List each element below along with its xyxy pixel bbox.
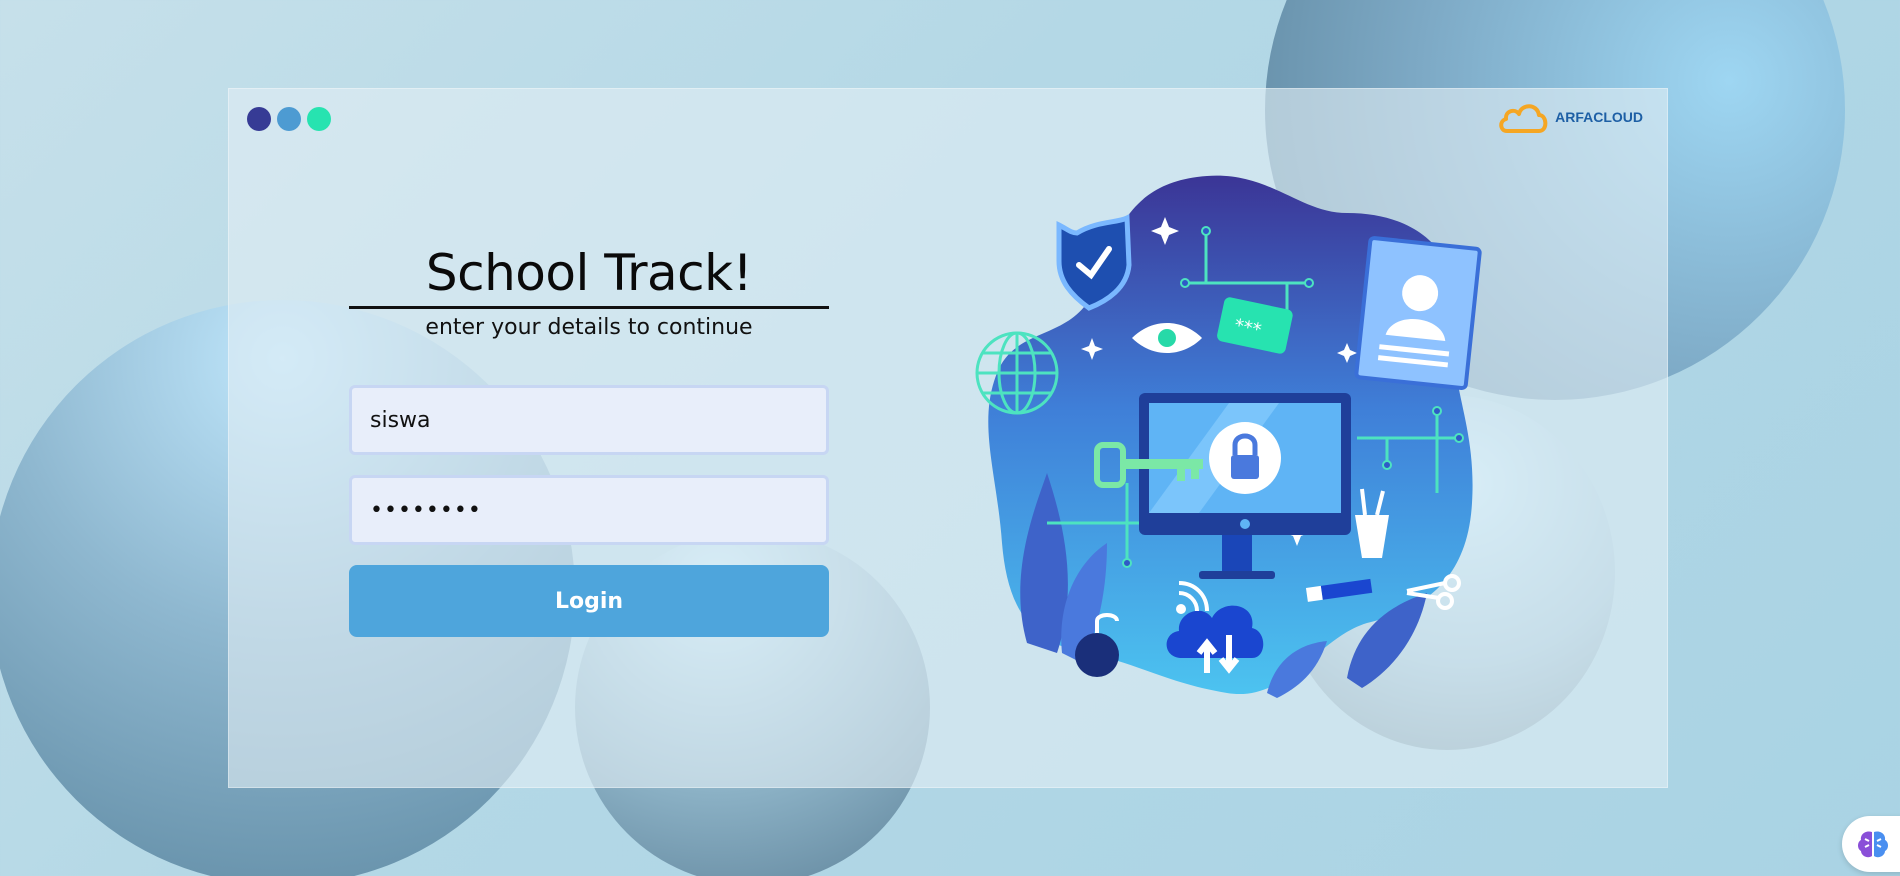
page-title: School Track! bbox=[349, 244, 829, 309]
user-profile-card-icon bbox=[1354, 236, 1482, 391]
login-card: ARFACLOUD School Track! enter your detai… bbox=[228, 88, 1668, 788]
window-dot-dark bbox=[247, 107, 271, 131]
brand-logo: ARFACLOUD bbox=[1497, 99, 1643, 135]
password-input[interactable] bbox=[349, 475, 829, 545]
login-form: School Track! enter your details to cont… bbox=[349, 244, 829, 637]
page-subtitle: enter your details to continue bbox=[425, 315, 753, 340]
globe-icon bbox=[975, 331, 1059, 415]
brand-name: ARFACLOUD bbox=[1555, 109, 1643, 125]
window-controls bbox=[247, 107, 331, 131]
username-input[interactable] bbox=[349, 385, 829, 455]
assistant-widget[interactable] bbox=[1842, 816, 1900, 872]
window-dot-blue bbox=[277, 107, 301, 131]
login-button[interactable]: Login bbox=[349, 565, 829, 637]
brain-assistant-icon bbox=[1858, 831, 1888, 858]
cloud-logo-icon bbox=[1499, 104, 1548, 133]
window-dot-green bbox=[307, 107, 331, 131]
cyber-security-illustration: *** bbox=[975, 175, 1482, 698]
